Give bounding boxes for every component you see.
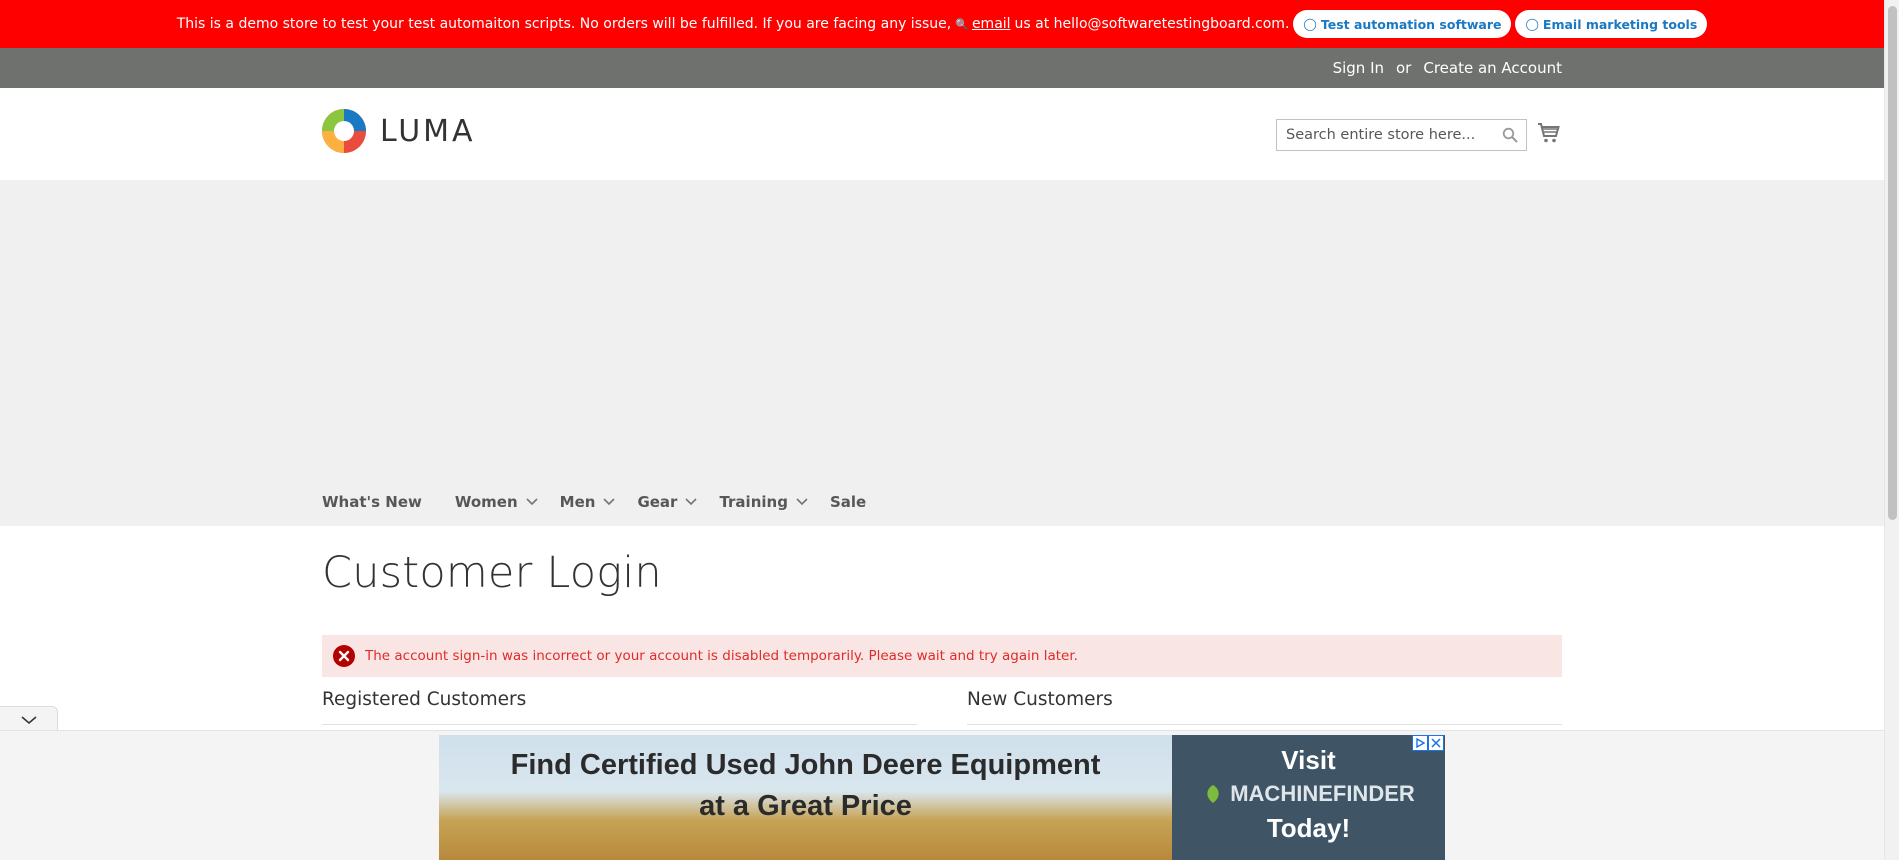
page-title: Customer Login — [322, 548, 662, 598]
demo-notice-text: This is a demo store to test your test a… — [176, 16, 952, 32]
tag-icon: ◯ — [1525, 17, 1539, 31]
ad-brand: MACHINEFINDER — [1172, 781, 1445, 807]
error-message-text: The account sign-in was incorrect or you… — [365, 648, 1078, 664]
chevron-down-icon — [526, 498, 538, 506]
nav-item-gear[interactable]: Gear — [637, 493, 698, 511]
nav-item-label: Women — [454, 493, 518, 511]
page-scrollbar[interactable] — [1884, 0, 1899, 860]
divider — [322, 724, 917, 725]
ad-collapse-toggle[interactable] — [0, 706, 58, 732]
logo-text: LUMA — [380, 113, 476, 149]
magnifier-icon: 🔍 — [955, 17, 969, 31]
advertisement[interactable]: Find Certified Used John Deere Equipment… — [439, 735, 1445, 860]
close-ad-icon[interactable] — [1428, 735, 1444, 751]
pill-label: Test automation software — [1320, 16, 1502, 32]
account-links: Sign In or Create an Account — [1333, 48, 1562, 88]
main-navigation: What's New Women Men Gear Training Sale — [322, 493, 899, 511]
ad-today-text: Today! — [1266, 813, 1351, 843]
email-link[interactable]: email — [972, 16, 1011, 32]
ad-cta-panel: Visit MACHINEFINDER Today! — [1172, 735, 1445, 860]
chevron-down-icon — [796, 498, 808, 506]
cart-icon[interactable] — [1537, 121, 1561, 145]
sign-in-link[interactable]: Sign In — [1333, 59, 1384, 77]
adchoices-icon[interactable] — [1412, 735, 1428, 751]
luma-logo-icon — [322, 109, 366, 153]
site-header: LUMA — [0, 88, 1884, 180]
search-icon[interactable] — [1502, 127, 1518, 143]
email-marketing-tools-link[interactable]: ◯ Email marketing tools — [1515, 10, 1708, 38]
divider — [967, 724, 1562, 725]
pill-label: Email marketing tools — [1542, 16, 1698, 32]
chevron-down-icon — [20, 715, 37, 724]
demo-notice-banner: This is a demo store to test your test a… — [0, 0, 1884, 48]
nav-item-training[interactable]: Training — [719, 493, 808, 511]
ad-headline-line-1: Find Certified Used John Deere Equipment — [510, 749, 1101, 781]
search-box — [1276, 119, 1527, 151]
nav-item-men[interactable]: Men — [560, 493, 616, 511]
nav-item-whats-new[interactable]: What's New — [322, 493, 422, 511]
nav-item-women[interactable]: Women — [455, 493, 538, 511]
machinefinder-logo-icon — [1207, 785, 1219, 803]
registered-customers-title: Registered Customers — [322, 689, 527, 710]
nav-item-label: Sale — [829, 493, 867, 511]
hero-banner-area: What's New Women Men Gear Training Sale — [0, 180, 1884, 526]
ad-brand-name: MACHINEFINDER — [1230, 781, 1415, 806]
chevron-down-icon — [603, 498, 616, 506]
nav-item-label: Training — [719, 493, 788, 511]
scrollbar-thumb[interactable] — [1888, 6, 1897, 520]
nav-item-sale[interactable]: Sale — [830, 493, 866, 511]
ad-choices[interactable] — [1412, 735, 1444, 751]
nav-item-label: What's New — [322, 493, 422, 511]
nav-item-label: Gear — [637, 493, 678, 511]
test-automation-software-link[interactable]: ◯ Test automation software — [1293, 10, 1512, 38]
error-message: The account sign-in was incorrect or you… — [322, 635, 1562, 677]
ad-visit-text: Visit — [1281, 745, 1336, 775]
ad-headline-line-2: at a Great Price — [699, 790, 912, 822]
luma-logo[interactable]: LUMA — [322, 109, 476, 153]
nav-item-label: Men — [559, 493, 596, 511]
header-panel: Sign In or Create an Account — [0, 48, 1884, 88]
chevron-down-icon — [685, 498, 698, 506]
or-separator: or — [1396, 59, 1412, 77]
ad-headline: Find Certified Used John Deere Equipment… — [439, 745, 1172, 827]
new-customers-title: New Customers — [967, 689, 1113, 710]
search-input[interactable] — [1277, 120, 1526, 150]
ad-wheat-field-image: Find Certified Used John Deere Equipment… — [439, 735, 1172, 860]
create-account-link[interactable]: Create an Account — [1423, 59, 1562, 77]
demo-notice-email-text: us at hello@softwaretestingboard.com. — [1014, 16, 1290, 32]
tag-icon: ◯ — [1303, 17, 1317, 31]
error-icon — [333, 645, 355, 667]
